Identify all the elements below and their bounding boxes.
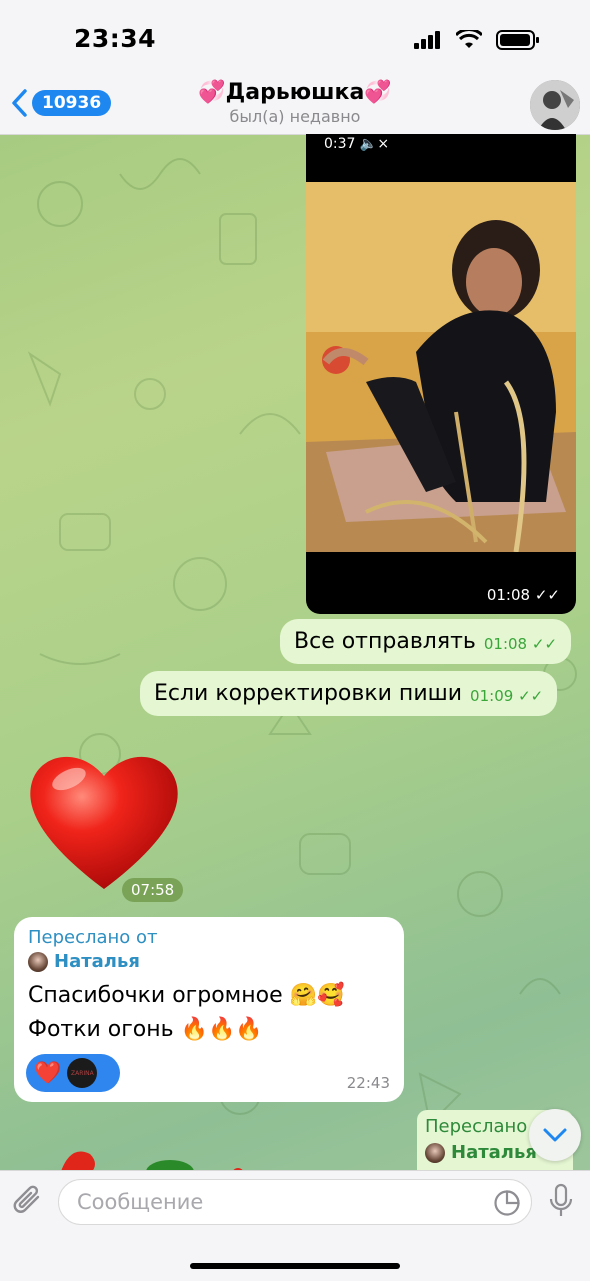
message-time: 22:43 bbox=[346, 1074, 390, 1092]
chat-header: 10936 💞Дарьюшка💞 был(а) недавно bbox=[0, 76, 590, 135]
message-time: 01:08 ✓✓ bbox=[483, 635, 558, 653]
read-checkmarks-icon: ✓✓ bbox=[518, 687, 544, 705]
forwarded-sender[interactable]: Наталья bbox=[28, 951, 140, 972]
heart-sticker[interactable] bbox=[24, 744, 184, 894]
attach-button[interactable] bbox=[12, 1183, 46, 1223]
paperclip-icon bbox=[13, 1185, 40, 1213]
message-text: Если корректировки пиши bbox=[154, 681, 463, 706]
message-input[interactable]: Сообщение bbox=[58, 1179, 532, 1225]
message-time: 01:09 ✓✓ bbox=[470, 687, 544, 705]
avatar-image bbox=[530, 80, 580, 130]
chat-status: был(а) недавно bbox=[229, 107, 361, 126]
chevron-down-icon bbox=[543, 1128, 567, 1142]
sticker-icon bbox=[494, 1190, 520, 1216]
chevron-left-icon bbox=[12, 89, 27, 117]
incoming-forwarded-message[interactable]: Переслано от Наталья Спасибочки огромное… bbox=[14, 917, 404, 1102]
sender-name: Наталья bbox=[451, 1142, 537, 1163]
back-button[interactable]: 10936 bbox=[10, 88, 112, 118]
forwarded-label: Переслано от bbox=[28, 927, 158, 948]
scroll-to-bottom-button[interactable] bbox=[529, 1109, 581, 1161]
contact-avatar[interactable] bbox=[530, 80, 580, 130]
message-placeholder: Сообщение bbox=[77, 1190, 204, 1214]
outgoing-message[interactable]: Все отправлять 01:08 ✓✓ bbox=[280, 619, 572, 664]
forwarded-sender[interactable]: Наталья bbox=[425, 1142, 537, 1163]
reactor-avatar: ZARINA bbox=[67, 1058, 98, 1088]
muted-icon: 🔈× bbox=[359, 136, 390, 152]
unread-count-badge: 10936 bbox=[32, 90, 112, 116]
video-thumbnail bbox=[306, 182, 576, 553]
video-timestamp: 01:08 ✓✓ bbox=[486, 586, 560, 604]
voice-record-button[interactable] bbox=[548, 1183, 574, 1223]
sender-name: Наталья bbox=[54, 951, 140, 972]
sender-avatar bbox=[28, 951, 48, 972]
read-checkmarks-icon: ✓✓ bbox=[534, 586, 560, 604]
forwarded-label: Переслано bbox=[425, 1116, 528, 1137]
message-line-1: Спасибочки огромное 🤗🥰 bbox=[28, 983, 345, 1008]
sticker-button[interactable] bbox=[493, 1189, 521, 1221]
chat-title-area[interactable]: 💞Дарьюшка💞 был(а) недавно bbox=[160, 80, 430, 126]
home-indicator bbox=[190, 1263, 400, 1269]
video-duration: 0:37 🔈× bbox=[324, 136, 390, 152]
microphone-icon bbox=[549, 1183, 573, 1216]
cellular-signal-icon bbox=[414, 31, 440, 49]
sender-avatar bbox=[425, 1142, 445, 1163]
read-checkmarks-icon: ✓✓ bbox=[531, 635, 558, 653]
battery-icon bbox=[496, 30, 539, 50]
outgoing-message[interactable]: Если корректировки пиши 01:09 ✓✓ bbox=[140, 671, 558, 716]
video-message[interactable]: 0:37 🔈× 01:08 ✓✓ bbox=[306, 134, 576, 614]
partial-sticker-row bbox=[60, 1151, 244, 1174]
sticker-time: 07:58 bbox=[122, 878, 184, 902]
message-line-2: Фотки огонь 🔥🔥🔥 bbox=[28, 1017, 263, 1042]
wifi-icon bbox=[456, 30, 482, 48]
status-icons bbox=[414, 30, 540, 50]
status-bar: 23:34 bbox=[0, 0, 590, 76]
video-photo-illustration bbox=[306, 182, 576, 553]
chat-title: 💞Дарьюшка💞 bbox=[198, 80, 392, 105]
heart-reaction-icon: ❤️ bbox=[34, 1060, 62, 1086]
status-time: 23:34 bbox=[74, 24, 157, 53]
message-input-bar: Сообщение bbox=[0, 1170, 590, 1281]
message-text: Все отправлять bbox=[294, 629, 476, 654]
reaction-chip[interactable]: ❤️ ZARINA bbox=[26, 1054, 120, 1092]
